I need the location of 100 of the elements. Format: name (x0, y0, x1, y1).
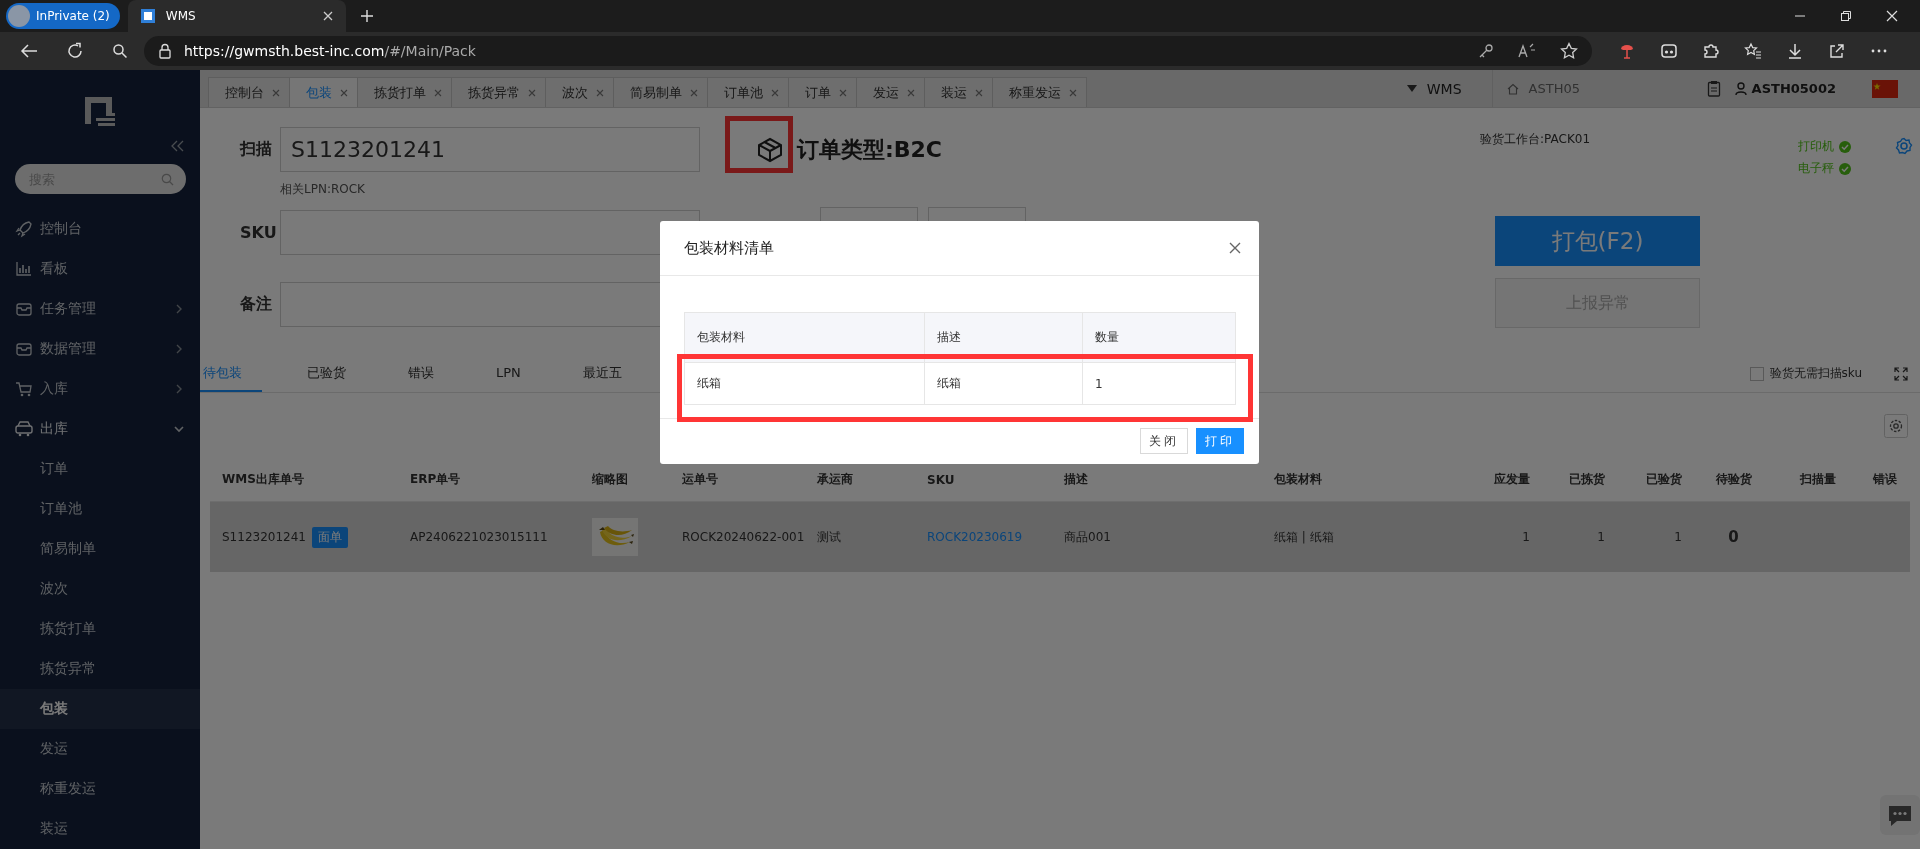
station-text: 验货工作台:PACK01 (1480, 131, 1592, 148)
close-icon[interactable] (321, 10, 334, 22)
table-cell: 测试 (817, 529, 841, 544)
menu-item[interactable]: 拣货打单 (0, 609, 200, 649)
column-header: 运单号 (682, 472, 718, 486)
table-row[interactable]: S1123201241 面单 AP2406221023015111 ROCK20240622-001 测试 ROCK20230619 商品001 纸箱 | 纸箱 1 1 1 0 (210, 501, 1910, 572)
chevron-right-icon (174, 304, 184, 314)
sub-tab[interactable]: 已验货 (307, 355, 346, 392)
sku-field[interactable] (280, 210, 700, 255)
pack-button[interactable]: 打包(F2) (1495, 216, 1700, 266)
page-tab[interactable]: 简易制单 (613, 77, 708, 107)
page-tab[interactable]: 波次 (545, 77, 614, 107)
address-bar[interactable]: https://gwmsth.best-inc.com/#/Main/Pack (144, 36, 1592, 66)
puzzle-icon[interactable] (1702, 42, 1720, 60)
key-icon[interactable] (1478, 43, 1494, 59)
table-cell: 纸箱 (937, 376, 961, 390)
column-header: 描述 (1064, 472, 1088, 486)
star-icon[interactable] (1560, 42, 1578, 60)
page-tab[interactable]: 控制台 (208, 77, 290, 107)
back-icon[interactable] (20, 43, 38, 59)
menu-item[interactable]: 控制台 (0, 209, 200, 249)
order-type-text: 订单类型:B2C (797, 135, 943, 164)
sub-tab[interactable]: 待包装 (200, 355, 262, 392)
sub-tab[interactable]: LPN (496, 355, 521, 392)
menu-item[interactable]: 看板 (0, 249, 200, 289)
menu-item[interactable]: 波次 (0, 569, 200, 609)
modal-title: 包装材料清单 (684, 238, 774, 258)
menu-item[interactable]: 任务管理 (0, 289, 200, 329)
menu-item[interactable]: 数据管理 (0, 329, 200, 369)
menu-item[interactable]: 订单池 (0, 489, 200, 529)
menu-item[interactable]: 出库 (0, 409, 200, 449)
warehouse-switcher[interactable]: ASTH05 (1491, 70, 1697, 107)
column-header: ERP单号 (410, 472, 461, 486)
search-icon[interactable] (112, 43, 128, 59)
chat-icon[interactable] (1880, 795, 1920, 835)
menu-item[interactable]: 装运 (0, 809, 200, 849)
expand-icon[interactable] (1894, 366, 1908, 381)
url-text: https://gwmsth.best-inc.com/#/Main/Pack (184, 43, 476, 59)
profile-label: InPrivate (2) (36, 9, 110, 23)
menu-item[interactable]: 简易制单 (0, 529, 200, 569)
table-cell: 纸箱 (697, 376, 721, 390)
page-icon (139, 8, 156, 24)
settings-icon[interactable] (1884, 413, 1908, 438)
check-icon (1839, 162, 1851, 175)
menu-item[interactable]: 入库 (0, 369, 200, 409)
menu-item[interactable]: 包装 (0, 689, 200, 729)
menu-item[interactable]: 拣货异常 (0, 649, 200, 689)
flag-icon[interactable] (1872, 79, 1898, 98)
menu-item[interactable]: 称重发运 (0, 769, 200, 809)
read-aloud-icon[interactable] (1518, 43, 1536, 59)
column-header: SKU (927, 472, 955, 487)
table-cell: 商品001 (1064, 529, 1111, 544)
page-tab[interactable]: 订单 (788, 77, 857, 107)
table-cell: ROCK20240622-001 (682, 530, 805, 544)
column-header: 描述 (937, 330, 961, 344)
menu-item[interactable]: 发运 (0, 729, 200, 769)
avatar-icon (8, 5, 30, 27)
plus-icon[interactable] (359, 9, 374, 23)
close-button[interactable]: 关闭 (1140, 428, 1188, 454)
restore-icon[interactable] (1840, 10, 1852, 22)
page-tab[interactable]: 称重发运 (992, 77, 1087, 107)
sub-tab[interactable]: 错误 (408, 355, 434, 392)
clipboard-icon[interactable] (1706, 80, 1721, 97)
column-header: 应发量 (1494, 472, 1530, 486)
download-icon[interactable] (1786, 42, 1804, 60)
column-header: 包装材料 (1274, 472, 1322, 486)
page-tab[interactable]: 装运 (924, 77, 993, 107)
page-tab[interactable]: 拣货异常 (451, 77, 546, 107)
browser-tab[interactable]: WMS (127, 0, 346, 32)
favorites-icon[interactable] (1744, 42, 1762, 60)
page-tab[interactable]: 订单池 (707, 77, 789, 107)
profile-button[interactable]: InPrivate (2) (6, 3, 120, 29)
device-status: 打印机 (1798, 138, 1851, 155)
check-icon (1839, 140, 1851, 153)
bar-chart-icon (15, 260, 33, 278)
table-cell: 0 (1728, 528, 1739, 546)
column-header: 已验货 (1646, 472, 1682, 486)
cart-icon (15, 380, 33, 398)
share-icon[interactable] (1828, 42, 1846, 60)
window-icon[interactable] (1660, 42, 1678, 60)
refresh-icon[interactable] (66, 42, 84, 60)
collapse-icon[interactable] (170, 140, 184, 152)
print-button[interactable]: 打印 (1196, 428, 1244, 454)
page-tab[interactable]: 包装 (289, 77, 358, 107)
tag: 面单 (311, 526, 348, 548)
chevron-down-icon (174, 424, 184, 434)
user-menu[interactable]: ASTH05002 (1734, 81, 1836, 96)
scan-field[interactable]: S1123201241 (280, 127, 700, 172)
sub-tab[interactable]: 最近五 (582, 355, 622, 392)
page-tab[interactable]: 拣货打单 (357, 77, 452, 107)
column-header: WMS出库单号 (222, 472, 304, 486)
close-icon[interactable] (1229, 242, 1241, 254)
rocket-icon (15, 220, 33, 238)
chevron-right-icon (174, 384, 184, 394)
system-switcher[interactable]: WMS (1406, 80, 1462, 97)
checkbox[interactable]: 验货无需扫描sku (1749, 365, 1862, 382)
page-tab[interactable]: 发运 (856, 77, 925, 107)
menu-item[interactable]: 订单 (0, 449, 200, 489)
settings-icon[interactable] (1895, 137, 1913, 155)
user-icon (1734, 82, 1747, 95)
